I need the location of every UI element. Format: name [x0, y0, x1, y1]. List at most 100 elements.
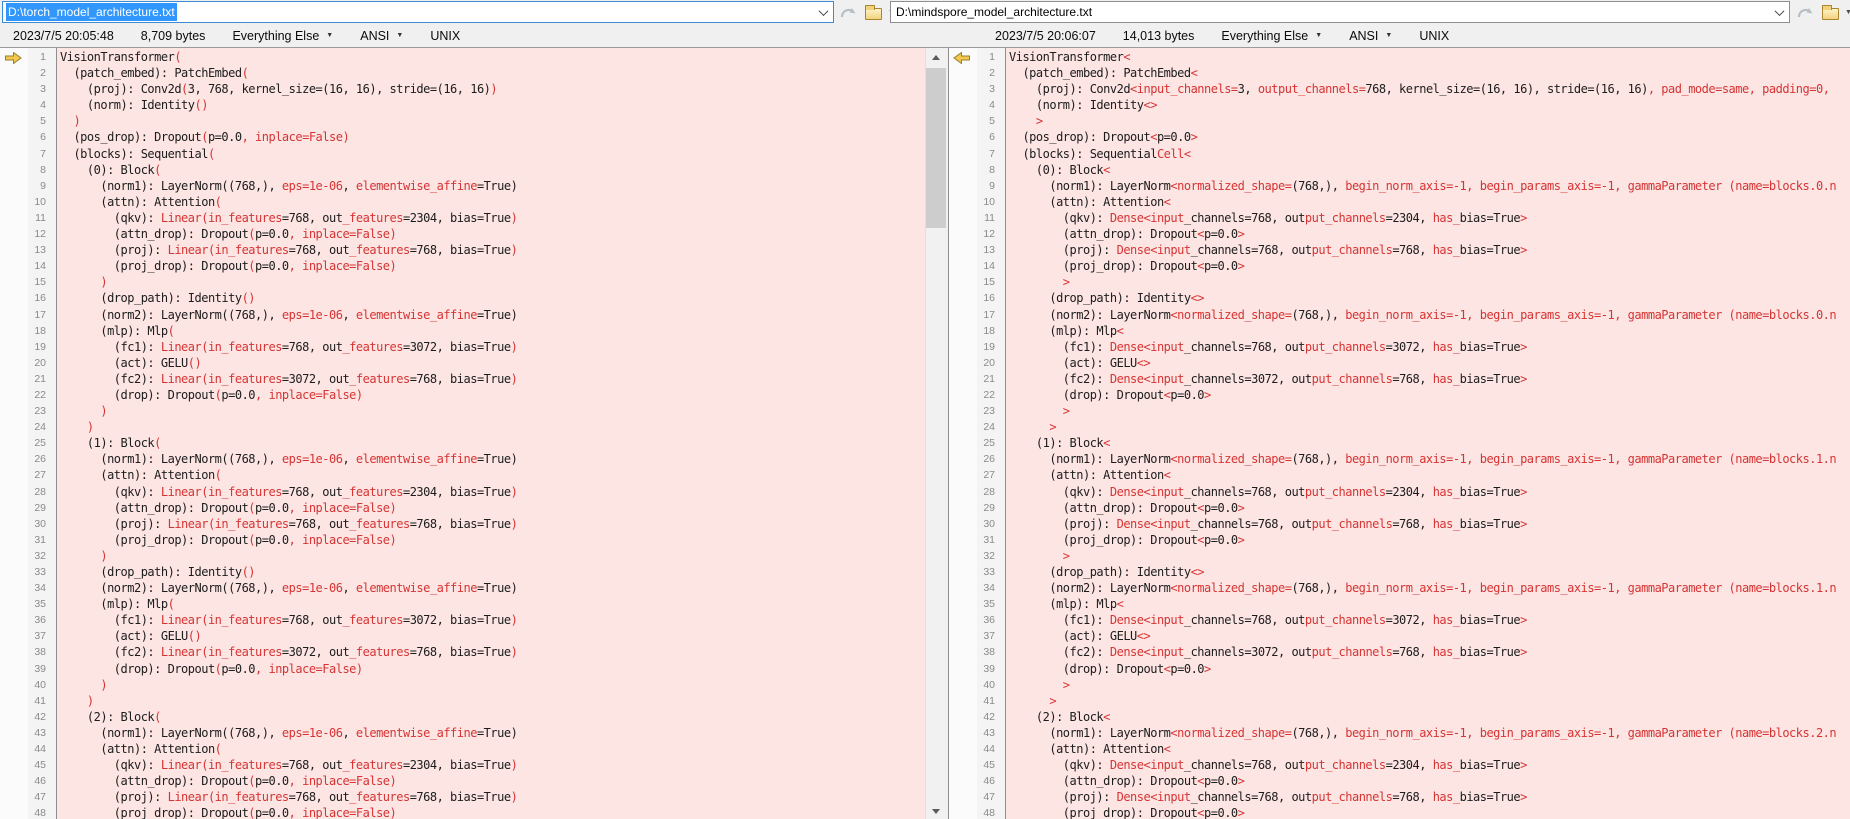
code-line[interactable]: 3 (proj): Conv2d(3, 768, kernel_size=(16… [0, 81, 925, 97]
code-line[interactable]: 42 (2): Block( [0, 709, 925, 725]
code-line[interactable]: 38 (fc2): Linear(in_features=3072, out_f… [0, 644, 925, 660]
code-line[interactable]: 38 (fc2): Dense<input_channels=3072, out… [949, 644, 1850, 660]
code-line[interactable]: 7 (blocks): SequentialCell< [949, 146, 1850, 162]
left-combo-dropdown-button[interactable] [814, 2, 833, 22]
code-line[interactable]: 16 (drop_path): Identity<> [949, 290, 1850, 306]
code-line[interactable]: 28 (qkv): Linear(in_features=768, out_fe… [0, 484, 925, 500]
left-diff-pane[interactable]: 1VisionTransformer(2 (patch_embed): Patc… [0, 48, 925, 819]
code-line[interactable]: 19 (fc1): Dense<input_channels=768, outp… [949, 339, 1850, 355]
code-line[interactable]: 11 (qkv): Dense<input_channels=768, outp… [949, 210, 1850, 226]
code-line[interactable]: 6 (pos_drop): Dropout<p=0.0> [949, 129, 1850, 145]
code-line[interactable]: 30 (proj): Linear(in_features=768, out_f… [0, 516, 925, 532]
code-line[interactable]: 34 (norm2): LayerNorm<normalized_shape=(… [949, 580, 1850, 596]
code-line[interactable]: 39 (drop): Dropout(p=0.0, inplace=False) [0, 661, 925, 677]
code-line[interactable]: 28 (qkv): Dense<input_channels=768, outp… [949, 484, 1850, 500]
code-line[interactable]: 27 (attn): Attention( [0, 467, 925, 483]
code-line[interactable]: 36 (fc1): Linear(in_features=768, out_fe… [0, 612, 925, 628]
code-line[interactable]: 13 (proj): Linear(in_features=768, out_f… [0, 242, 925, 258]
code-line[interactable]: 4 (norm): Identity() [0, 97, 925, 113]
code-line[interactable]: 18 (mlp): Mlp< [949, 323, 1850, 339]
code-line[interactable]: 15 ) [0, 274, 925, 290]
code-line[interactable]: 8 (0): Block< [949, 162, 1850, 178]
code-line[interactable]: 26 (norm1): LayerNorm<normalized_shape=(… [949, 451, 1850, 467]
code-line[interactable]: 8 (0): Block( [0, 162, 925, 178]
code-line[interactable]: 23 ) [0, 403, 925, 419]
code-line[interactable]: 24 > [949, 419, 1850, 435]
right-eol-indicator[interactable]: UNIX [1419, 29, 1449, 43]
code-line[interactable]: 32 ) [0, 548, 925, 564]
code-line[interactable]: 33 (drop_path): Identity<> [949, 564, 1850, 580]
right-encoding-dropdown[interactable]: ANSI ▼ [1349, 29, 1392, 43]
code-line[interactable]: 12 (attn_drop): Dropout(p=0.0, inplace=F… [0, 226, 925, 242]
code-line[interactable]: 10 (attn): Attention< [949, 194, 1850, 210]
code-line[interactable]: 23 > [949, 403, 1850, 419]
code-line[interactable]: 31 (proj_drop): Dropout<p=0.0> [949, 532, 1850, 548]
scroll-down-button[interactable] [926, 802, 946, 819]
left-filter-dropdown[interactable]: Everything Else ▼ [232, 29, 333, 43]
scrollbar-thumb[interactable] [926, 68, 946, 228]
code-line[interactable]: 17 (norm2): LayerNorm<normalized_shape=(… [949, 307, 1850, 323]
code-line[interactable]: 7 (blocks): Sequential( [0, 146, 925, 162]
code-line[interactable]: 41 ) [0, 693, 925, 709]
code-line[interactable]: 9 (norm1): LayerNorm<normalized_shape=(7… [949, 178, 1850, 194]
code-line[interactable]: 37 (act): GELU() [0, 628, 925, 644]
right-filter-dropdown[interactable]: Everything Else ▼ [1221, 29, 1322, 43]
code-line[interactable]: 17 (norm2): LayerNorm((768,), eps=1e-06,… [0, 307, 925, 323]
code-line[interactable]: 10 (attn): Attention( [0, 194, 925, 210]
code-line[interactable]: 40 > [949, 677, 1850, 693]
code-line[interactable]: 25 (1): Block< [949, 435, 1850, 451]
code-line[interactable]: 31 (proj_drop): Dropout(p=0.0, inplace=F… [0, 532, 925, 548]
left-eol-indicator[interactable]: UNIX [430, 29, 460, 43]
code-line[interactable]: 20 (act): GELU<> [949, 355, 1850, 371]
code-line[interactable]: 44 (attn): Attention( [0, 741, 925, 757]
code-line[interactable]: 14 (proj_drop): Dropout<p=0.0> [949, 258, 1850, 274]
code-line[interactable]: 48 (proj_drop): Dropout(p=0.0, inplace=F… [0, 805, 925, 819]
code-line[interactable]: 43 (norm1): LayerNorm((768,), eps=1e-06,… [0, 725, 925, 741]
left-browse-button[interactable] [863, 2, 883, 22]
scroll-up-button[interactable] [926, 48, 946, 66]
code-line[interactable]: 40 ) [0, 677, 925, 693]
code-line[interactable]: 43 (norm1): LayerNorm<normalized_shape=(… [949, 725, 1850, 741]
code-line[interactable]: 9 (norm1): LayerNorm((768,), eps=1e-06, … [0, 178, 925, 194]
code-line[interactable]: 20 (act): GELU() [0, 355, 925, 371]
code-line[interactable]: 34 (norm2): LayerNorm((768,), eps=1e-06,… [0, 580, 925, 596]
code-line[interactable]: 37 (act): GELU<> [949, 628, 1850, 644]
left-vertical-scrollbar[interactable] [925, 48, 945, 819]
left-encoding-dropdown[interactable]: ANSI ▼ [360, 29, 403, 43]
code-line[interactable]: 35 (mlp): Mlp( [0, 596, 925, 612]
code-line[interactable]: 30 (proj): Dense<input_channels=768, out… [949, 516, 1850, 532]
code-line[interactable]: 27 (attn): Attention< [949, 467, 1850, 483]
code-line[interactable]: 44 (attn): Attention< [949, 741, 1850, 757]
code-line[interactable]: 42 (2): Block< [949, 709, 1850, 725]
code-line[interactable]: 46 (attn_drop): Dropout<p=0.0> [949, 773, 1850, 789]
right-file-path-combobox[interactable]: D:\mindspore_model_architecture.txt [890, 1, 1790, 23]
right-browse-button[interactable] [1820, 2, 1840, 22]
code-line[interactable]: 18 (mlp): Mlp( [0, 323, 925, 339]
code-line[interactable]: 47 (proj): Dense<input_channels=768, out… [949, 789, 1850, 805]
code-line[interactable]: 5 > [949, 113, 1850, 129]
code-line[interactable]: 21 (fc2): Dense<input_channels=3072, out… [949, 371, 1850, 387]
code-line[interactable]: 35 (mlp): Mlp< [949, 596, 1850, 612]
code-line[interactable]: 2 (patch_embed): PatchEmbed( [0, 65, 925, 81]
code-line[interactable]: 39 (drop): Dropout<p=0.0> [949, 661, 1850, 677]
swap-panes-button-right[interactable] [1795, 2, 1815, 22]
code-line[interactable]: 33 (drop_path): Identity() [0, 564, 925, 580]
code-line[interactable]: 12 (attn_drop): Dropout<p=0.0> [949, 226, 1850, 242]
code-line[interactable]: 11 (qkv): Linear(in_features=768, out_fe… [0, 210, 925, 226]
code-line[interactable]: 1VisionTransformer< [949, 49, 1850, 65]
code-line[interactable]: 15 > [949, 274, 1850, 290]
code-line[interactable]: 22 (drop): Dropout<p=0.0> [949, 387, 1850, 403]
code-line[interactable]: 47 (proj): Linear(in_features=768, out_f… [0, 789, 925, 805]
code-line[interactable]: 22 (drop): Dropout(p=0.0, inplace=False) [0, 387, 925, 403]
code-line[interactable]: 29 (attn_drop): Dropout(p=0.0, inplace=F… [0, 500, 925, 516]
code-line[interactable]: 45 (qkv): Linear(in_features=768, out_fe… [0, 757, 925, 773]
left-file-path-combobox[interactable]: D:\torch_model_architecture.txt [2, 1, 834, 23]
code-line[interactable]: 26 (norm1): LayerNorm((768,), eps=1e-06,… [0, 451, 925, 467]
swap-panes-button[interactable] [838, 2, 858, 22]
code-line[interactable]: 19 (fc1): Linear(in_features=768, out_fe… [0, 339, 925, 355]
code-line[interactable]: 32 > [949, 548, 1850, 564]
browse-caret-icon[interactable]: ▼ [1845, 9, 1850, 16]
code-line[interactable]: 13 (proj): Dense<input_channels=768, out… [949, 242, 1850, 258]
code-line[interactable]: 4 (norm): Identity<> [949, 97, 1850, 113]
code-line[interactable]: 24 ) [0, 419, 925, 435]
